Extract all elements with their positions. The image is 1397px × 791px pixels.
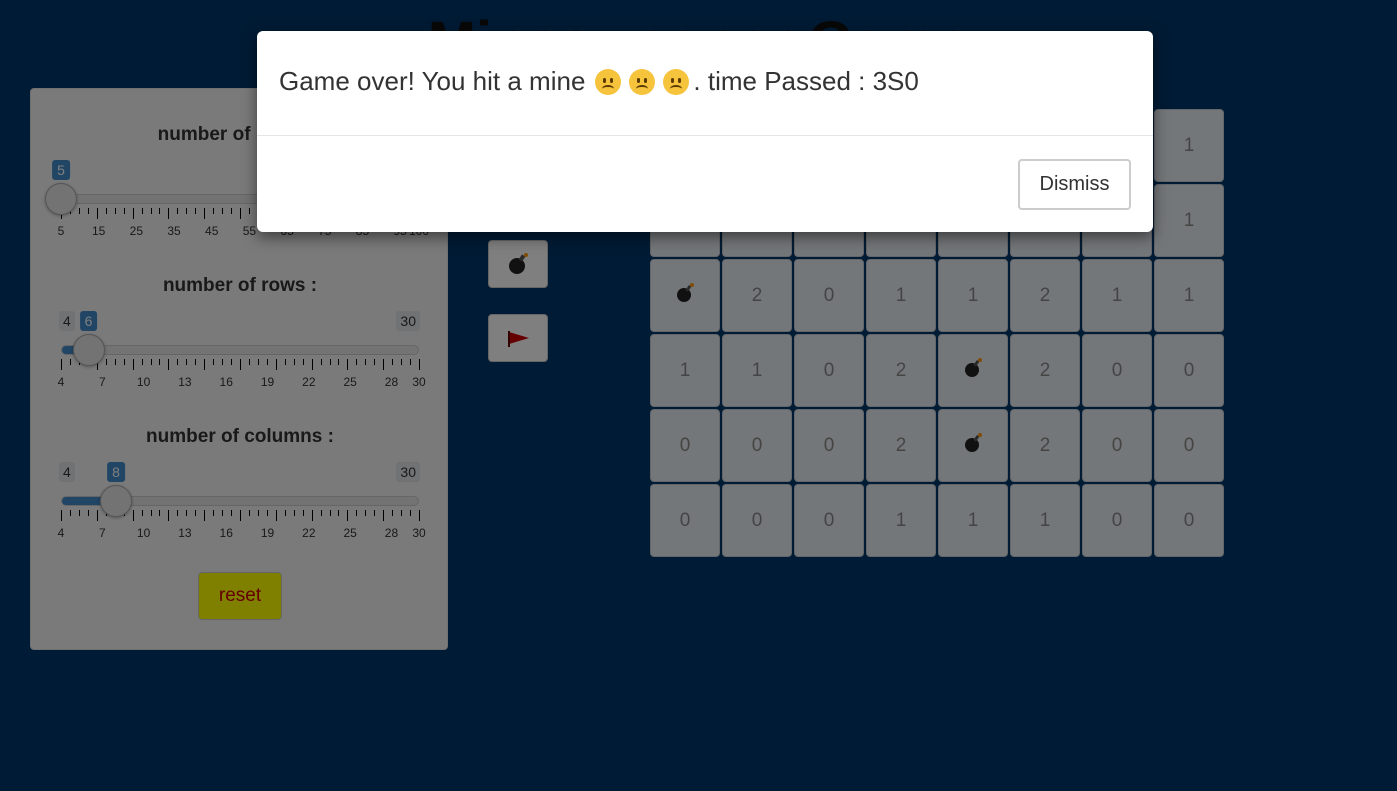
game-over-dialog: Game over! You hit a mine . time Passed … [257, 31, 1153, 232]
sad-face-icon [663, 68, 690, 95]
modal-divider [257, 135, 1153, 136]
message-suffix: . time Passed : 3S0 [693, 66, 919, 96]
dismiss-button[interactable]: Dismiss [1018, 159, 1131, 210]
message-prefix: Game over! You hit a mine [279, 66, 586, 96]
game-over-message: Game over! You hit a mine . time Passed … [279, 66, 919, 97]
sad-face-icon [595, 68, 622, 95]
sad-face-icon [629, 68, 656, 95]
sad-faces [591, 68, 693, 95]
